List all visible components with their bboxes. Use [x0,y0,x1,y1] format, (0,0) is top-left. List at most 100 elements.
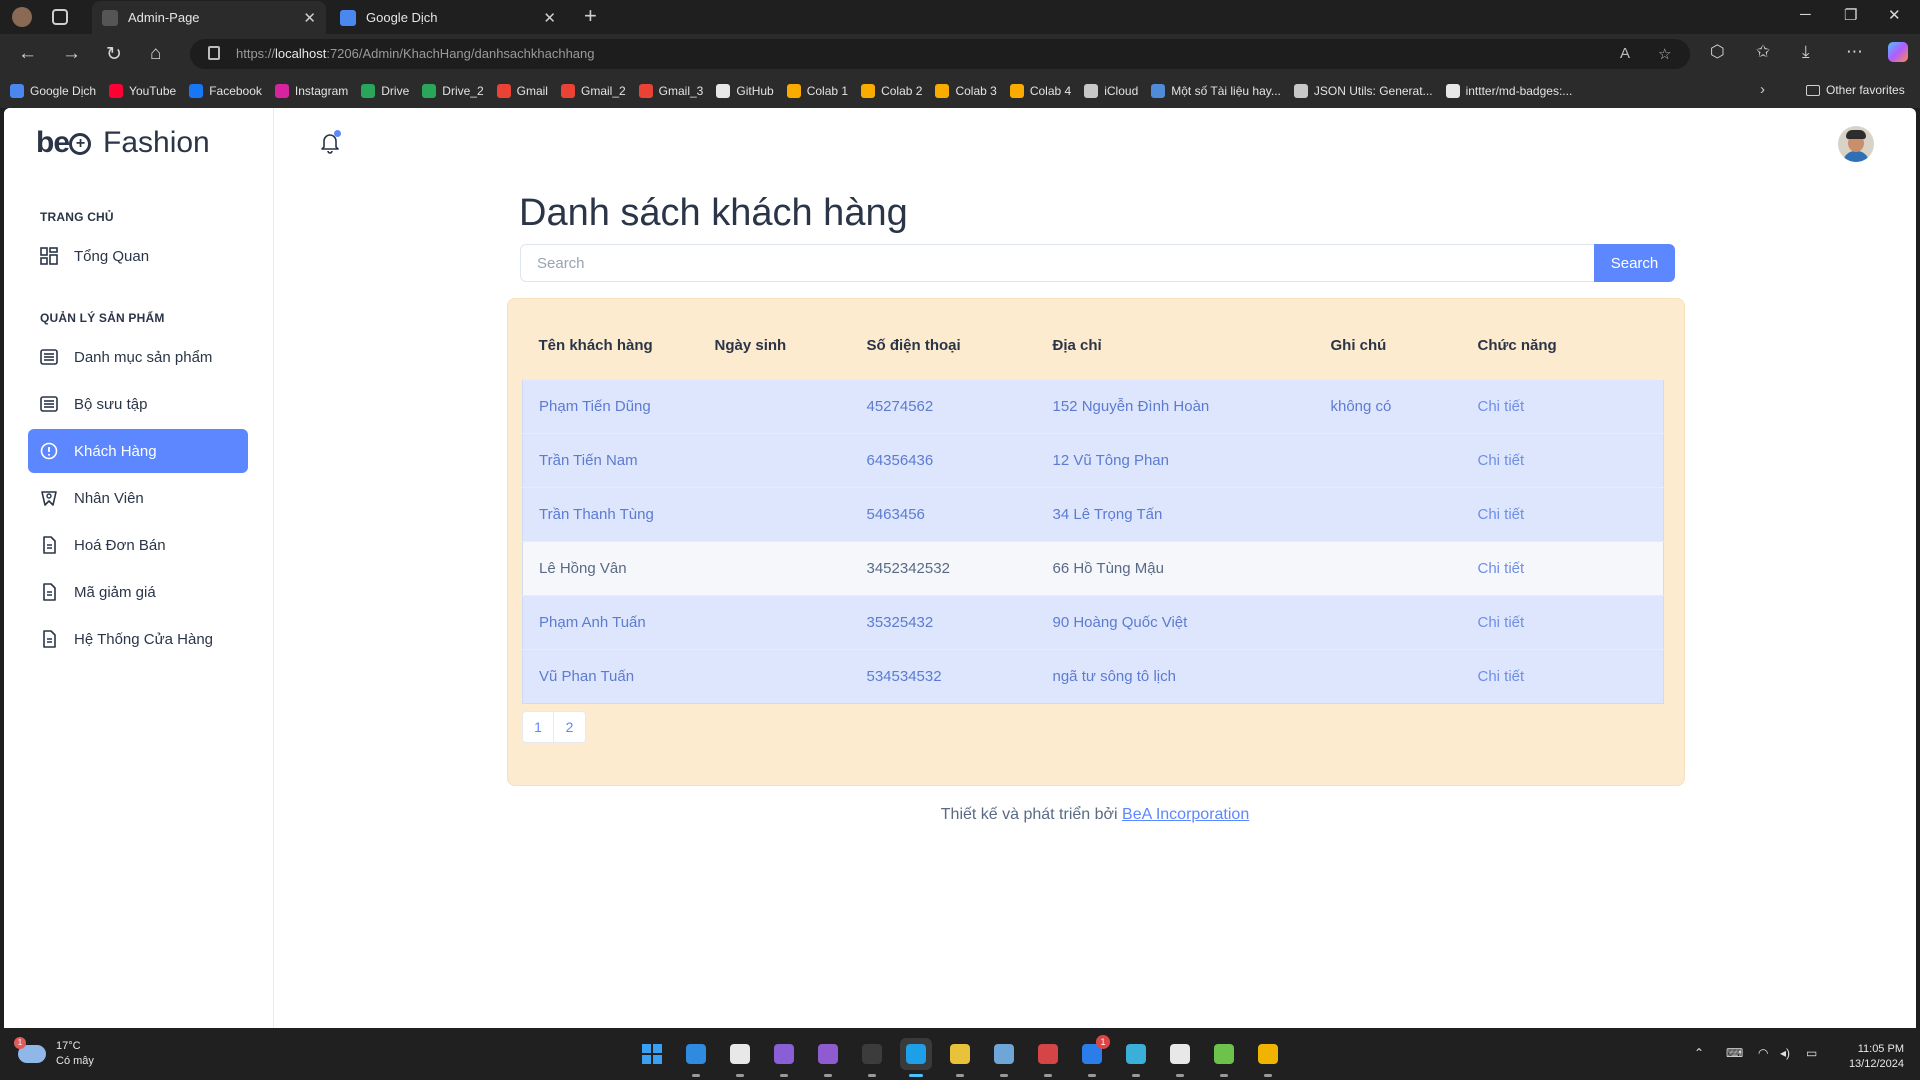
taskbar-app-icon[interactable] [988,1038,1020,1077]
url-field[interactable]: https://localhost:7206/Admin/KhachHang/d… [190,39,1690,69]
close-window-icon[interactable]: ✕ [1888,6,1901,24]
detail-link[interactable]: Chi tiết [1461,648,1664,703]
taskbar-app-icon[interactable] [1252,1038,1284,1077]
bookmark-item[interactable]: Google Dịch [10,84,96,98]
sidebar-item-ma-giam-gia[interactable]: Mã giảm giá [28,570,248,614]
bookmark-label: Một số Tài liệu hay... [1171,84,1281,98]
table-row: Vũ Phan Tuấn 534534532 ngã tư sông tô lịch… [522,648,1664,703]
close-tab-icon[interactable]: ✕ [543,9,556,27]
bookmark-item[interactable]: Colab 4 [1009,84,1071,98]
copilot-icon[interactable] [1888,42,1908,62]
taskbar-app-icon[interactable]: 1 [1076,1035,1110,1077]
downloads-icon[interactable]: ⤓ [1802,42,1810,62]
section-trang-chu: TRANG CHỦ [40,210,114,224]
page-link-1[interactable]: 1 [522,711,554,743]
battery-icon[interactable]: ▭ [1806,1046,1817,1060]
bookmark-item[interactable]: Một số Tài liệu hay... [1151,84,1281,98]
detail-link[interactable]: Chi tiết [1461,540,1664,595]
bookmark-item[interactable]: GitHub [716,84,774,98]
document-icon [43,630,56,648]
taskbar-app-icon[interactable] [768,1038,800,1077]
new-tab-icon[interactable]: + [584,3,597,29]
back-icon[interactable]: ← [18,43,37,65]
profile-icon[interactable] [12,7,32,27]
wifi-icon[interactable]: ◠ [1758,1046,1768,1060]
taskbar-app-icon[interactable] [856,1038,888,1077]
close-tab-icon[interactable]: ✕ [303,9,316,27]
taskbar-app-icon[interactable] [724,1038,756,1077]
read-aloud-icon[interactable]: A [1620,45,1630,62]
weather-widget[interactable]: 1 17°C Có mây [14,1037,94,1069]
taskbar-app-icon[interactable] [636,1038,668,1070]
bookmark-item[interactable]: JSON Utils: Generat... [1293,84,1433,98]
bookmark-item[interactable]: Gmail_3 [638,84,703,98]
bookmark-favicon-icon [786,84,801,98]
home-icon[interactable]: ⌂ [150,43,161,65]
bookmark-favicon-icon [10,84,24,98]
tab-admin-page[interactable]: Admin-Page ✕ [92,1,326,34]
page-link-2[interactable]: 2 [554,711,586,743]
temperature: 17°C [56,1040,81,1052]
taskbar-app-icon[interactable] [1208,1038,1240,1077]
workspaces-icon[interactable] [52,9,68,25]
bookmark-item[interactable]: Drive [361,84,409,98]
taskbar-app-icon[interactable] [1032,1038,1064,1077]
show-hidden-icons[interactable]: ⌃ [1694,1046,1704,1060]
bookmark-item[interactable]: Facebook [189,84,262,98]
bookmark-label: Facebook [209,84,262,98]
taskbar-app-icon[interactable] [812,1038,844,1077]
bookmark-item[interactable]: Gmail [496,84,548,98]
footer-link[interactable]: BeA Incorporation [1122,806,1249,823]
detail-link[interactable]: Chi tiết [1461,594,1664,649]
search-input[interactable] [520,244,1595,282]
bookmark-item[interactable]: YouTube [109,84,176,98]
detail-link[interactable]: Chi tiết [1461,486,1664,541]
other-favorites[interactable]: Other favorites [1806,83,1905,97]
bookmark-label: Drive_2 [442,84,484,98]
bookmark-item[interactable]: Colab 3 [935,84,997,98]
sidebar-item-hoa-don-ban[interactable]: Hoá Đơn Bán [28,523,248,567]
tab-google-dich[interactable]: Google Dịch ✕ [330,1,566,34]
forward-icon[interactable]: → [62,43,81,65]
bookmark-item[interactable]: iCloud [1084,84,1138,98]
bookmark-label: Colab 3 [955,84,997,98]
bookmark-item[interactable]: Gmail_2 [560,84,626,98]
bookmark-item[interactable]: inttter/md-badges:... [1445,84,1572,98]
sidebar-item-he-thong-cua-hang[interactable]: Hệ Thống Cửa Hàng [28,617,248,661]
favorites-icon[interactable]: ✩ [1756,42,1770,62]
bookmark-item[interactable]: Drive_2 [422,84,484,98]
restore-icon[interactable]: ❐ [1844,6,1857,24]
sidebar-item-danh-muc-san-pham[interactable]: Danh mục sản phẩm [28,335,248,379]
refresh-icon[interactable]: ↻ [106,43,122,66]
more-menu-icon[interactable]: ⋯ [1846,42,1863,62]
taskbar-app-icon[interactable] [1120,1038,1152,1077]
sidebar-item-nhan-vien[interactable]: Nhân Viên [28,476,248,520]
taskbar-app-icon[interactable] [944,1038,976,1077]
volume-icon[interactable]: ◂) [1780,1046,1790,1060]
sidebar-item-tong-quan[interactable]: Tổng Quan [28,234,248,278]
sidebar-item-bo-suu-tap[interactable]: Bộ sưu tập [28,382,248,426]
minimize-icon[interactable]: ─ [1800,6,1811,23]
bookmark-item[interactable]: Instagram [274,84,348,98]
detail-link[interactable]: Chi tiết [1461,432,1664,487]
user-avatar[interactable] [1838,126,1874,162]
bookmark-item[interactable]: Colab 2 [861,84,922,98]
bookmarks-overflow-icon[interactable]: › [1760,81,1765,98]
bookmark-label: Gmail [516,84,548,98]
brand-logo[interactable]: be + Fashion [36,126,210,160]
extensions-icon[interactable]: ⬡ [1710,42,1725,62]
taskbar-app-icon[interactable] [1164,1038,1196,1077]
detail-link[interactable]: Chi tiết [1461,378,1664,433]
search-button[interactable]: Search [1594,244,1675,282]
other-favorites-label: Other favorites [1826,83,1905,97]
lock-icon[interactable] [208,46,220,60]
bookmark-item[interactable]: Colab 1 [786,84,848,98]
taskbar-app-icon[interactable] [680,1038,712,1077]
sidebar-item-khach-hang[interactable]: Khách Hàng [28,429,248,473]
keyboard-icon[interactable]: ⌨ [1726,1046,1743,1060]
table-cell-note [1314,594,1462,649]
system-clock[interactable]: 11:05 PM 13/12/2024 [1834,1042,1904,1072]
taskbar-app-icon[interactable] [900,1038,932,1077]
favorite-star-icon[interactable]: ☆ [1658,45,1671,63]
bookmark-label: Colab 2 [881,84,923,98]
